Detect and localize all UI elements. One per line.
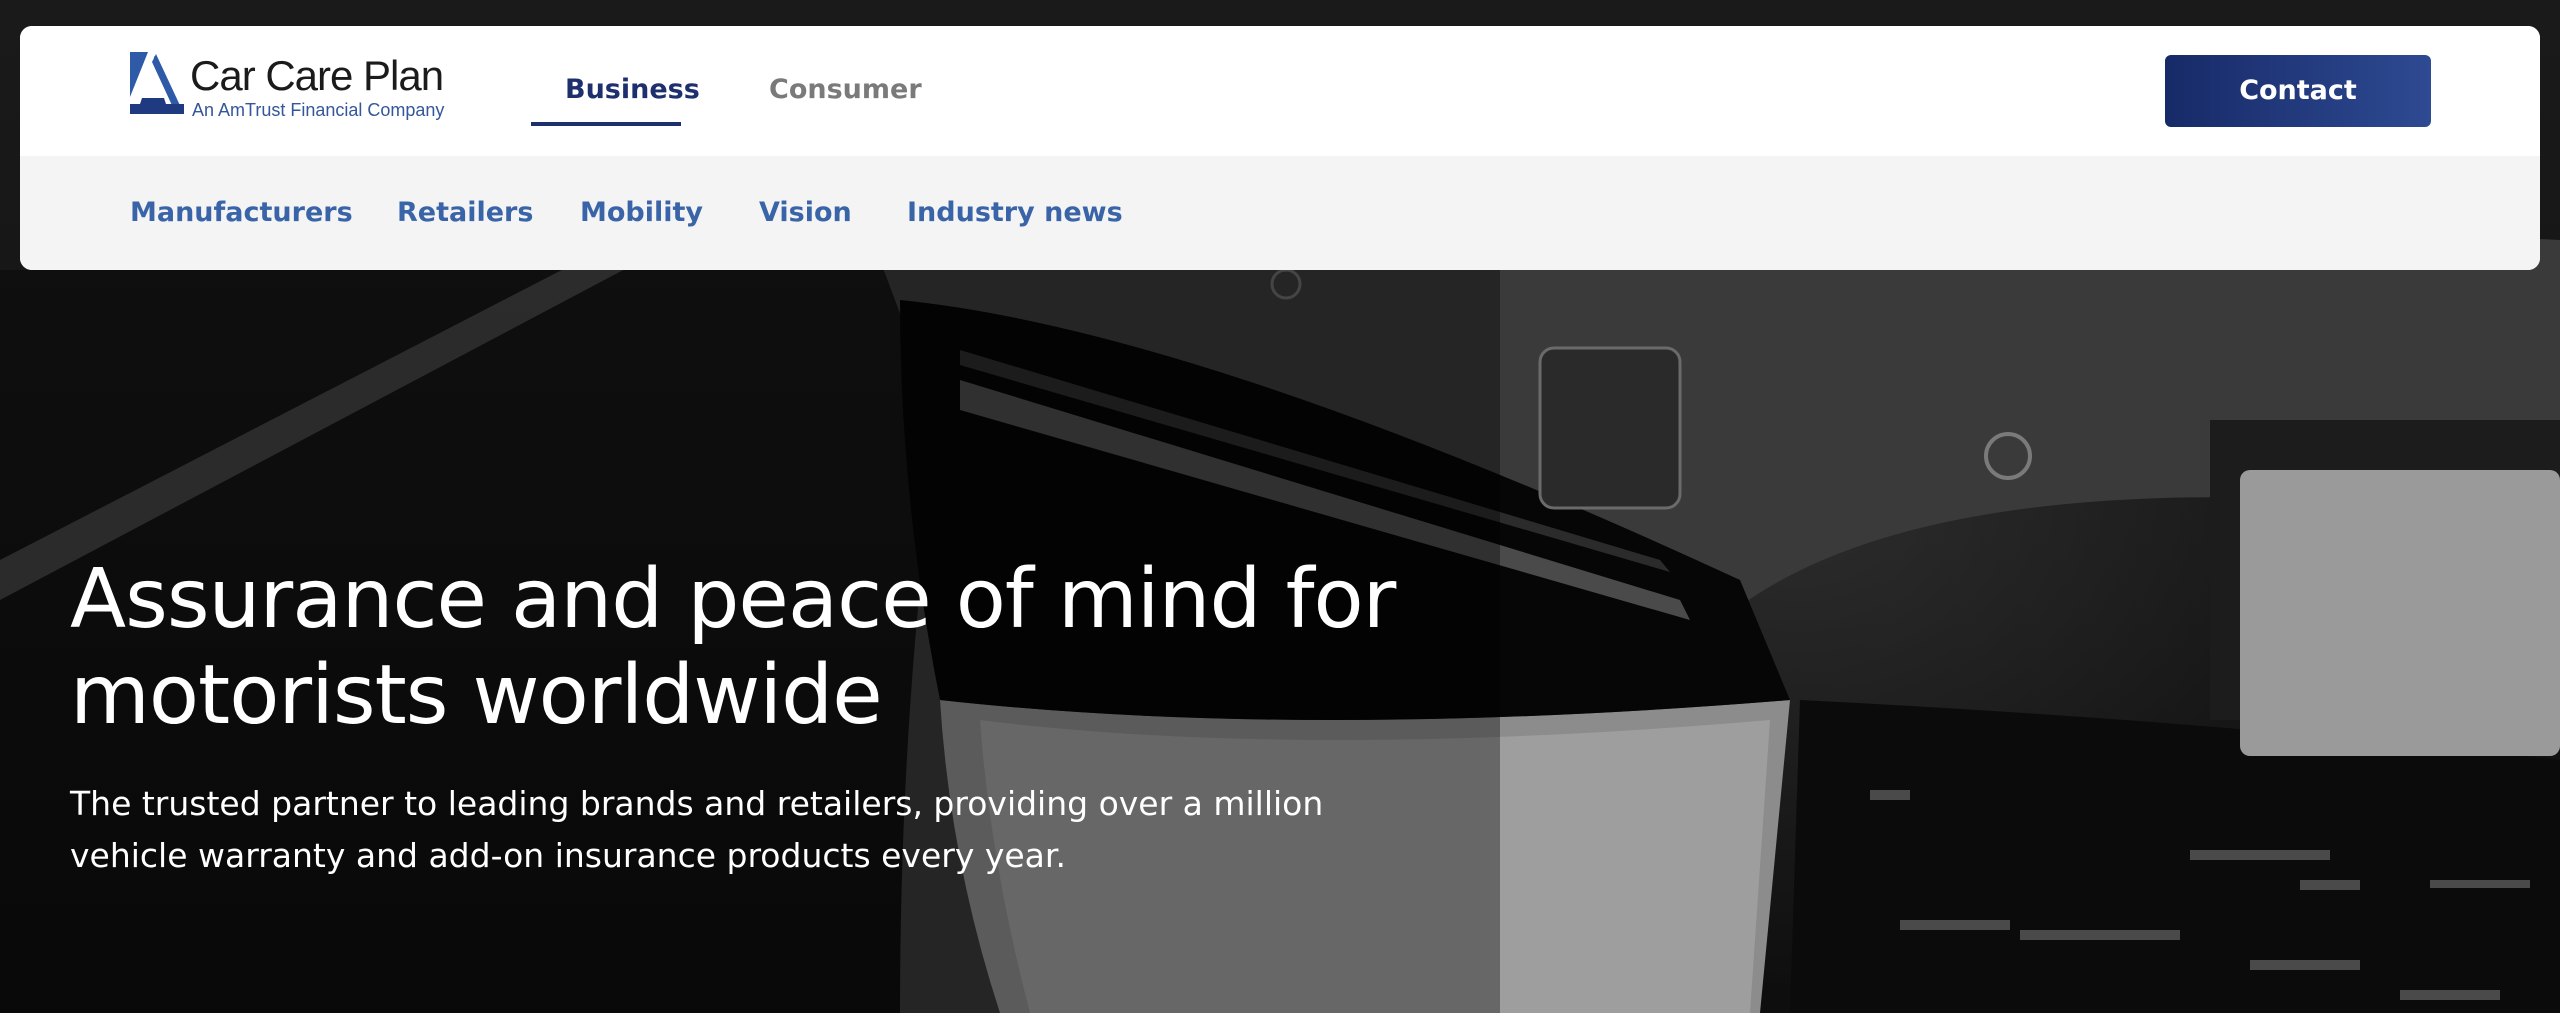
subnav-mobility[interactable]: Mobility [580, 192, 703, 234]
hero-title: Assurance and peace of mind for motorist… [70, 552, 1396, 743]
brand-tagline: An AmTrust Financial Company [192, 100, 445, 120]
contact-button[interactable]: Contact [2165, 55, 2431, 127]
subnav-retailers[interactable]: Retailers [397, 192, 533, 234]
site-header: Car Care Plan An AmTrust Financial Compa… [20, 26, 2540, 270]
hero-subtitle: The trusted partner to leading brands an… [70, 784, 1324, 875]
tab-business[interactable]: Business [565, 66, 700, 114]
brand-logo[interactable]: Car Care Plan An AmTrust Financial Compa… [130, 52, 480, 122]
triangle-a-logo-icon [130, 52, 184, 114]
primary-nav-bar: Car Care Plan An AmTrust Financial Compa… [20, 26, 2540, 156]
subnav-manufacturers[interactable]: Manufacturers [130, 192, 353, 234]
tab-consumer[interactable]: Consumer [769, 66, 922, 114]
brand-name: Car Care Plan [190, 52, 444, 99]
active-tab-indicator [531, 122, 681, 126]
secondary-nav-bar: Manufacturers Retailers Mobility Vision … [20, 156, 2540, 270]
subnav-industry-news[interactable]: Industry news [907, 192, 1123, 234]
subnav-vision[interactable]: Vision [759, 192, 852, 234]
